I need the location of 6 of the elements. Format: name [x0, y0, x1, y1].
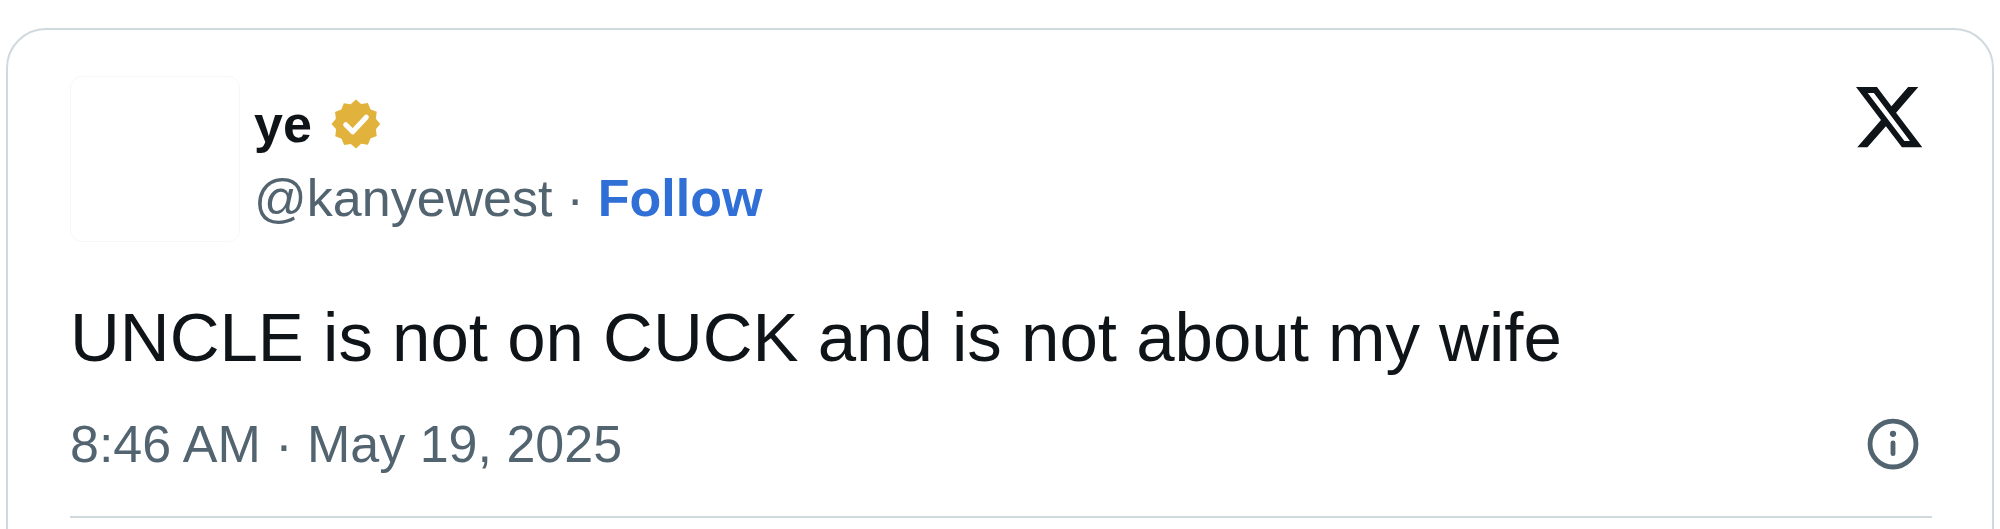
separator-dot: · [566, 168, 584, 229]
follow-link[interactable]: Follow [597, 166, 763, 230]
author-name[interactable]: ye [254, 92, 312, 156]
tweet-timestamp[interactable]: 8:46 AM · May 19, 2025 [70, 412, 623, 476]
tweet-text: UNCLE is not on CUCK and is not about my wife [70, 298, 1563, 378]
author-handle[interactable]: @kanyewest [254, 166, 553, 230]
